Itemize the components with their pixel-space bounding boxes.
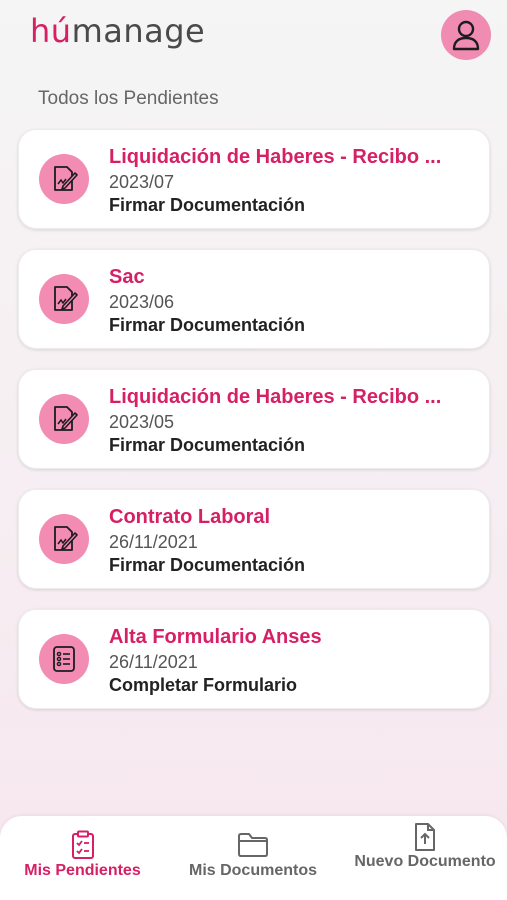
nav-mis-pendientes[interactable]: Mis Pendientes [0,816,165,900]
sign-document-icon [39,394,89,444]
sign-document-icon [39,514,89,564]
pending-card[interactable]: Alta Formulario Anses 26/11/2021 Complet… [18,609,490,709]
bottom-navigation: Mis Pendientes Mis Documentos Nuevo Docu… [0,816,507,900]
pending-title: Liquidación de Haberes - Recibo ... [109,386,442,408]
app-header: húmanage [0,0,507,80]
clipboard-check-icon [71,830,94,859]
pending-card[interactable]: Contrato Laboral 26/11/2021 Firmar Docum… [18,489,490,589]
pending-title: Liquidación de Haberes - Recibo ... [109,146,442,168]
folder-icon [238,833,268,857]
nav-nuevo-documento[interactable]: Nuevo Documento [343,816,507,900]
pending-date: 2023/06 [109,292,175,312]
pending-action: Completar Formulario [109,675,298,695]
pending-card[interactable]: Sac 2023/06 Firmar Documentación [18,249,490,349]
sign-document-icon [39,274,89,324]
pending-action: Firmar Documentación [109,195,306,215]
user-icon [452,20,480,51]
nav-label: Mis Pendientes [24,862,141,879]
pending-title: Sac [109,266,145,288]
pending-action: Firmar Documentación [109,555,306,575]
pending-action: Firmar Documentación [109,435,306,455]
pending-card[interactable]: Liquidación de Haberes - Recibo ... 2023… [18,369,490,469]
profile-button[interactable] [441,10,491,60]
pending-card[interactable]: Liquidación de Haberes - Recibo ... 2023… [18,129,490,229]
file-upload-icon [415,823,435,851]
pending-title: Alta Formulario Anses [109,626,322,648]
pending-date: 2023/07 [109,172,175,192]
pending-action: Firmar Documentación [109,315,306,335]
pending-title: Contrato Laboral [109,506,271,528]
nav-mis-documentos[interactable]: Mis Documentos [170,816,336,900]
pending-list: Liquidación de Haberes - Recibo ... 2023… [18,129,490,729]
pending-date: 26/11/2021 [109,652,198,672]
nav-label: Nuevo Documento [354,853,496,870]
sign-document-icon [39,154,89,204]
pending-date: 26/11/2021 [109,532,198,552]
humanage-logo: húmanage [30,12,206,50]
form-checklist-icon [39,634,89,684]
pending-date: 2023/05 [109,412,175,432]
nav-label: Mis Documentos [188,862,317,879]
section-title: Todos los Pendientes [38,88,219,109]
